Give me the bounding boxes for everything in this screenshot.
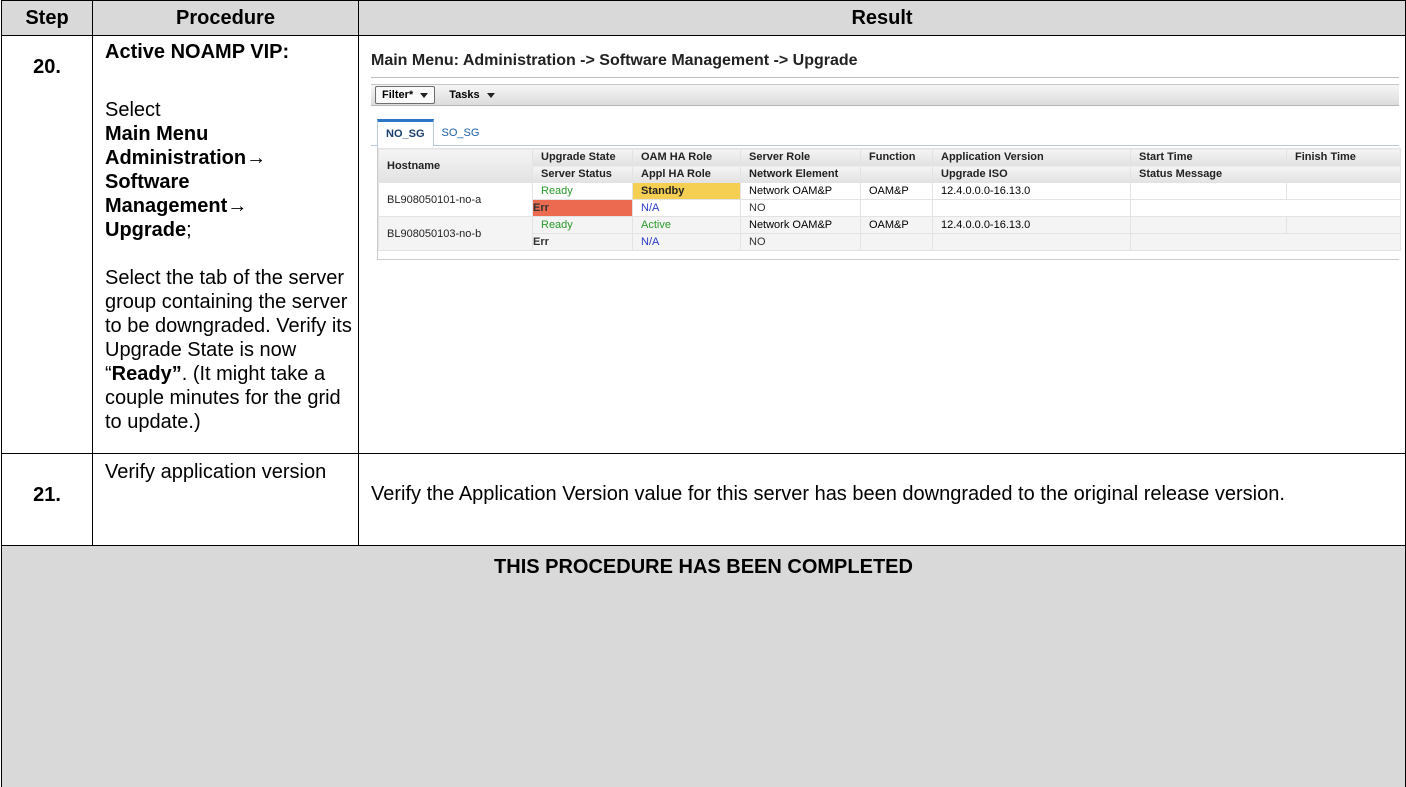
oam-ha-role-badge: Standby: [632, 182, 741, 200]
header-row: Step Procedure Result: [1, 0, 1406, 36]
completed-banner: THIS PROCEDURE HAS BEEN COMPLETED: [1, 545, 1406, 787]
col-server-role[interactable]: Server Role: [740, 148, 861, 166]
header-procedure: Procedure: [92, 0, 359, 36]
col-finish-time[interactable]: Finish Time: [1286, 148, 1401, 166]
server-role: Network OAM&P: [740, 216, 861, 234]
server-group-tabs: NO_SG SO_SG: [371, 118, 1399, 146]
header-step: Step: [1, 0, 93, 36]
upgrade-screenshot: Main Menu: Administration -> Software Ma…: [371, 44, 1401, 344]
step-20-menu-upgrade: Upgrade: [105, 219, 187, 241]
upgrade-grid-table: Hostname Upgrade State OAM HA Role Serve…: [378, 148, 1401, 251]
blank-cell: [860, 199, 933, 217]
step-21-result-text: Verify the Application Version value for…: [371, 483, 1285, 505]
server-role: Network OAM&P: [740, 182, 861, 200]
oam-ha-role: Active: [632, 216, 741, 234]
screenshot-page-title: Main Menu: Administration -> Software Ma…: [371, 44, 1399, 78]
col-status-message[interactable]: Status Message: [1130, 165, 1401, 183]
function: OAM&P: [860, 182, 933, 200]
procedure-table: Step Procedure Result 20. Active NOAMP V…: [1, 0, 1406, 787]
step-21-row: 21. Verify application version Verify th…: [1, 453, 1406, 546]
completed-row: THIS PROCEDURE HAS BEEN COMPLETED: [1, 545, 1406, 787]
step-20-select: Select: [105, 99, 161, 121]
step-20-number-cell: 20.: [1, 35, 93, 454]
table-row[interactable]: BL908050103-no-b Ready Active Network OA…: [378, 216, 1401, 251]
tab-no-sg[interactable]: NO_SG: [377, 119, 434, 146]
application-version: 12.4.0.0.0-16.13.0: [932, 182, 1131, 200]
start-time: [1130, 216, 1287, 234]
grid-header-row-2: Server Status Appl HA Role Network Eleme…: [379, 165, 1401, 183]
col-function[interactable]: Function: [860, 148, 933, 166]
step-20-menu-line1: Main Menu: [105, 123, 209, 145]
blank-cell: [860, 233, 933, 251]
upgrade-grid: Hostname Upgrade State OAM HA Role Serve…: [377, 146, 1401, 260]
upgrade-iso: [932, 199, 1131, 217]
step-20-instructions: Select the tab of the server group conta…: [105, 266, 352, 434]
col-server-status[interactable]: Server Status: [532, 165, 633, 183]
step-20-menu-suffix: ;: [186, 219, 192, 241]
status-message: [1130, 199, 1401, 217]
appl-ha-role: N/A: [632, 199, 741, 217]
chevron-down-icon: [420, 92, 429, 98]
step-20-menu-line4: Management→: [105, 195, 248, 217]
step-21-procedure: Verify application version: [92, 453, 359, 546]
step-20-row: 20. Active NOAMP VIP: Select Main Menu A…: [1, 35, 1406, 454]
grid-header-row-1: Hostname Upgrade State OAM HA Role Serve…: [378, 148, 1401, 183]
start-time: [1130, 182, 1287, 200]
application-version: 12.4.0.0.0-16.13.0: [932, 216, 1131, 234]
tasks-menu[interactable]: Tasks: [449, 89, 495, 101]
finish-time: [1286, 182, 1401, 200]
step-20-menu-line2: Administration→: [105, 147, 267, 169]
table-row[interactable]: Err N/A NO: [379, 233, 1401, 251]
chevron-down-icon: [486, 92, 495, 98]
network-element: NO: [740, 233, 861, 251]
step-21-number-cell: 21.: [1, 453, 93, 546]
step-21-number: 21.: [33, 484, 61, 506]
header-result: Result: [358, 0, 1406, 36]
step-20-procedure: Active NOAMP VIP: Select Main Menu Admin…: [92, 35, 359, 454]
table-row[interactable]: Err N/A NO: [379, 199, 1401, 217]
status-message: [1130, 233, 1401, 251]
server-status-badge: Err: [532, 233, 633, 251]
filter-button[interactable]: Filter*: [375, 86, 436, 104]
server-hostname[interactable]: BL908050103-no-b: [378, 216, 533, 251]
upgrade-state: Ready: [532, 216, 633, 234]
col-start-time[interactable]: Start Time: [1130, 148, 1287, 166]
step-20-menu-line3: Software: [105, 171, 190, 193]
col-appl-ha-role[interactable]: Appl HA Role: [632, 165, 741, 183]
col-network-element[interactable]: Network Element: [740, 165, 861, 183]
appl-ha-role: N/A: [632, 233, 741, 251]
col-upgrade-iso[interactable]: Upgrade ISO: [932, 165, 1131, 183]
function: OAM&P: [860, 216, 933, 234]
screenshot-toolbar: Filter* Tasks: [371, 84, 1399, 106]
network-element: NO: [740, 199, 861, 217]
step-21-result: Verify the Application Version value for…: [358, 453, 1406, 546]
tab-so-sg[interactable]: SO_SG: [434, 127, 488, 145]
filter-label: Filter*: [382, 89, 414, 101]
step-20-number: 20.: [33, 56, 61, 78]
step-20-heading: Active NOAMP VIP:: [105, 41, 290, 63]
step-20-instr-ready: Ready”: [111, 363, 182, 385]
step-20-menu-line5: Upgrade;: [105, 218, 352, 242]
server-status-badge: Err: [532, 199, 633, 217]
step-20-result: Main Menu: Administration -> Software Ma…: [358, 35, 1406, 454]
finish-time: [1286, 216, 1401, 234]
col-oam-ha-role[interactable]: OAM HA Role: [632, 148, 741, 166]
server-hostname[interactable]: BL908050101-no-a: [378, 182, 533, 217]
col-upgrade-state[interactable]: Upgrade State: [532, 148, 633, 166]
table-row[interactable]: BL908050101-no-a Ready Standby Network O…: [378, 182, 1401, 217]
col-application-version[interactable]: Application Version: [932, 148, 1131, 166]
tasks-label: Tasks: [449, 89, 480, 101]
col-blank: [860, 165, 933, 183]
upgrade-iso: [932, 233, 1131, 251]
step-21-procedure-text: Verify application version: [105, 461, 327, 483]
col-hostname[interactable]: Hostname: [378, 148, 533, 183]
upgrade-state: Ready: [532, 182, 633, 200]
